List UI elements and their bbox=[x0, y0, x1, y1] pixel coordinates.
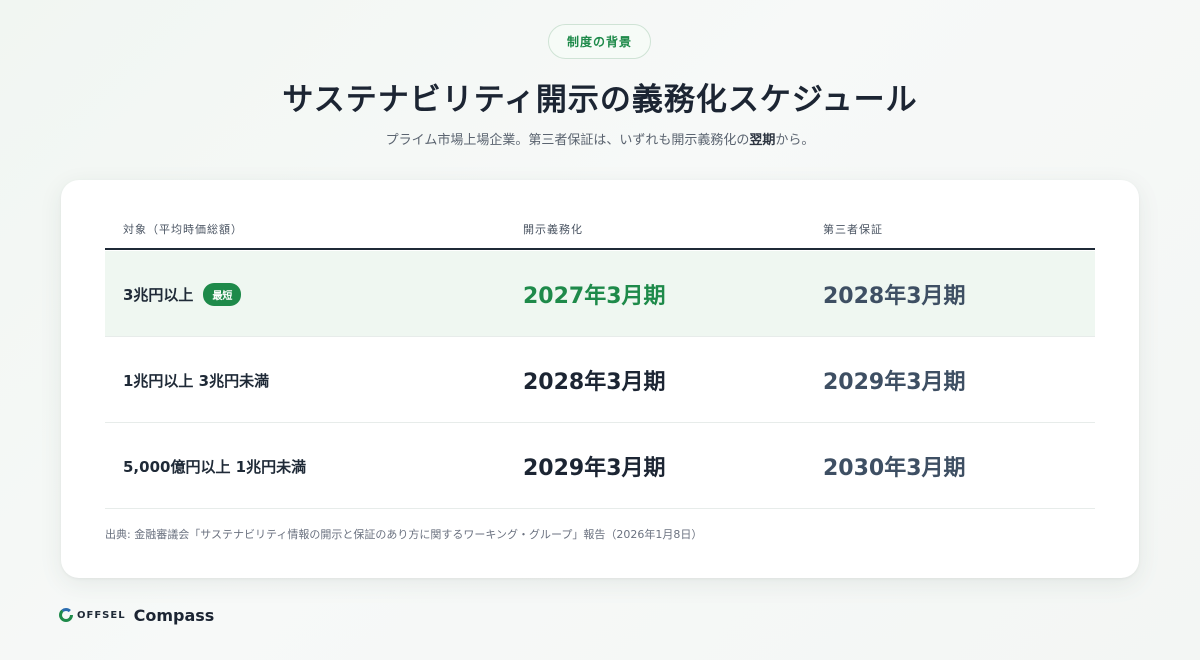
brand-logo: OFFSEL Compass bbox=[59, 605, 214, 625]
header-target: 対象（平均時価総額） bbox=[123, 223, 243, 236]
target-label: 5,000億円以上 1兆円未満 bbox=[123, 457, 307, 476]
disclosure-cell: 2029年3月期 bbox=[523, 456, 666, 481]
target-cell: 3兆円以上 最短 bbox=[123, 251, 242, 337]
table-row: 3兆円以上 最短 2027年3月期 2028年3月期 bbox=[105, 251, 1095, 337]
target-label: 3兆円以上 bbox=[123, 285, 194, 304]
subtitle-text-pre: プライム市場上場企業。第三者保証は、いずれも開示義務化の bbox=[385, 133, 750, 148]
subtitle-text-bold: 翌期 bbox=[749, 133, 776, 148]
target-cell: 5,000億円以上 1兆円未満 bbox=[123, 423, 306, 509]
table-row: 5,000億円以上 1兆円未満 2029年3月期 2030年3月期 bbox=[105, 423, 1095, 509]
assurance-cell: 2030年3月期 bbox=[823, 456, 966, 481]
product-name: Compass bbox=[133, 605, 215, 625]
shortest-tag: 最短 bbox=[203, 282, 242, 306]
brand-name: OFFSEL bbox=[77, 609, 126, 621]
section-badge: 制度の背景 bbox=[548, 24, 651, 59]
table-row: 1兆円以上 3兆円未満 2028年3月期 2029年3月期 bbox=[105, 337, 1095, 423]
disclosure-cell: 2027年3月期 bbox=[523, 284, 666, 309]
assurance-cell: 2028年3月期 bbox=[823, 284, 966, 309]
schedule-card: 対象（平均時価総額） 開示義務化 第三者保証 3兆円以上 最短 2027年3月期… bbox=[61, 180, 1139, 578]
header-assurance: 第三者保証 bbox=[823, 223, 883, 236]
page-subtitle: プライム市場上場企業。第三者保証は、いずれも開示義務化の翌期から。 bbox=[0, 129, 1200, 148]
target-cell: 1兆円以上 3兆円未満 bbox=[123, 337, 269, 423]
source-note: 出典: 金融審議会「サステナビリティ情報の開示と保証のあり方に関するワーキング・… bbox=[105, 528, 703, 541]
disclosure-cell: 2028年3月期 bbox=[523, 370, 666, 395]
table-header: 対象（平均時価総額） 開示義務化 第三者保証 bbox=[105, 180, 1095, 250]
page-title: サステナビリティ開示の義務化スケジュール bbox=[282, 82, 918, 118]
header-disclosure: 開示義務化 bbox=[523, 223, 583, 236]
subtitle-text-post: から。 bbox=[775, 133, 815, 148]
offsel-logo-icon bbox=[59, 608, 73, 622]
assurance-cell: 2029年3月期 bbox=[823, 370, 966, 395]
target-label: 1兆円以上 3兆円未満 bbox=[123, 371, 270, 390]
